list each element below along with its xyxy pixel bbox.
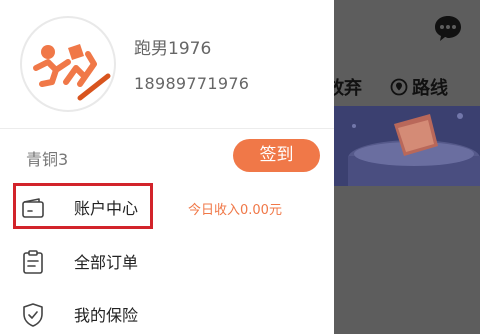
tab-route[interactable]: 路线 [390,74,448,100]
menu-item-all-orders[interactable]: 全部订单 [0,236,334,286]
today-income: 今日收入0.00元 [188,203,282,218]
menu-label-my-insurance: 我的保险 [74,306,139,325]
tab-route-label: 路线 [412,78,448,99]
chat-icon[interactable] [432,12,464,44]
side-drawer: 跑男1976 18989771976 青铜3 签到 账户中心 今日收入0.00元… [0,0,334,334]
clipboard-icon [23,250,43,274]
member-level: 青铜3 [26,150,69,169]
shield-icon [23,303,43,327]
background-screen: 放弃 路线 [334,0,480,334]
promo-banner[interactable] [334,106,480,186]
phone-number: 18989771976 [134,74,250,93]
menu-item-account-center[interactable]: 账户中心 今日收入0.00元 [0,183,334,233]
menu-item-my-insurance[interactable]: 我的保险 [0,289,334,334]
menu-label-account-center: 账户中心 [74,199,139,218]
avatar[interactable] [20,16,116,112]
route-icon [390,78,408,96]
divider [0,128,334,129]
signin-button[interactable]: 签到 [233,139,320,172]
wallet-icon [22,198,44,218]
username: 跑男1976 [134,39,212,59]
tab-giveup[interactable]: 放弃 [334,74,362,100]
runner-logo-icon [33,44,111,101]
menu-label-all-orders: 全部订单 [74,253,139,272]
background-tabs: 放弃 路线 [334,74,480,100]
